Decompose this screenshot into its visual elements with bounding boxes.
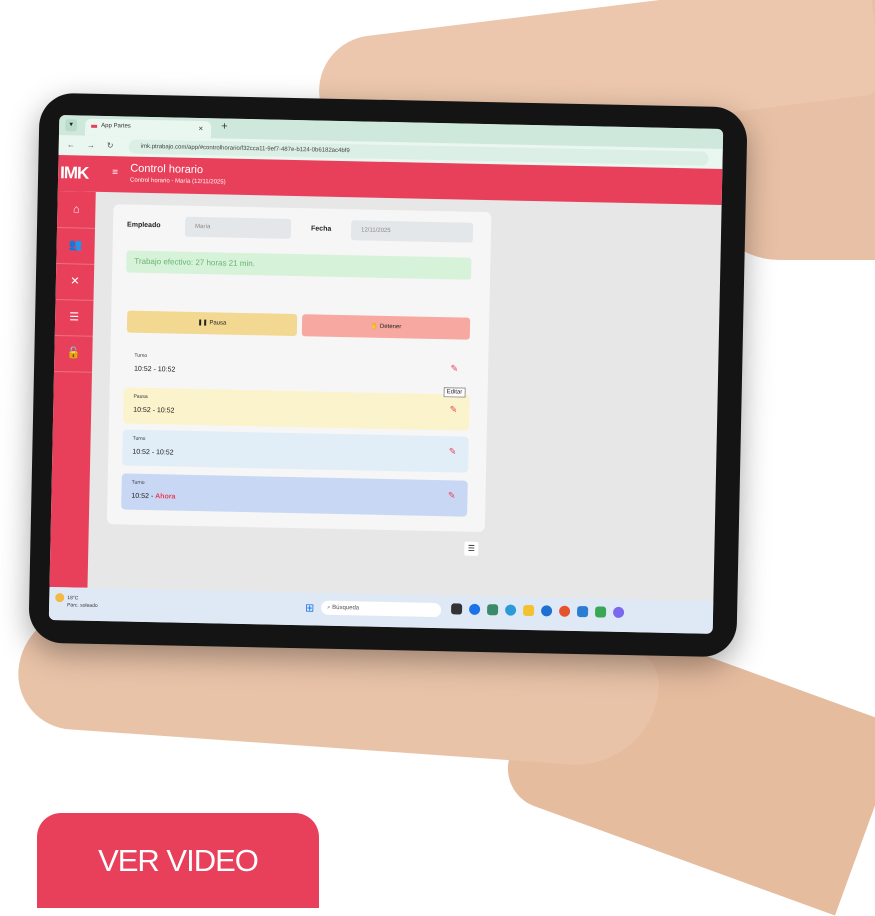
logo: IMK bbox=[59, 163, 89, 183]
sidebar-item-list[interactable]: ☰ bbox=[54, 299, 94, 337]
tablet-screen: ▾ App Partes × + ← → ↻ imk.ptrabajo.com/… bbox=[48, 115, 724, 634]
sun-icon bbox=[55, 593, 65, 603]
folder-icon[interactable] bbox=[522, 604, 535, 617]
hamburger-menu-icon[interactable]: ≡ bbox=[112, 167, 118, 178]
home-icon: ⌂ bbox=[72, 203, 80, 216]
edit-tooltip: Editar bbox=[443, 387, 466, 398]
entry-type: Pausa bbox=[133, 393, 148, 400]
back-icon[interactable]: ← bbox=[67, 140, 75, 149]
tab-favicon-icon bbox=[91, 124, 98, 128]
sidebar-item-tools[interactable]: ✕ bbox=[55, 263, 95, 301]
sidebar-item-lock[interactable]: 🔓 bbox=[53, 335, 93, 373]
tools-icon: ✕ bbox=[70, 275, 80, 288]
control-card: Empleado María Fecha 12/11/2025 Trabajo … bbox=[106, 204, 492, 533]
weather-widget[interactable]: 18°C Parc. soleado bbox=[55, 593, 98, 609]
list-icon: ☰ bbox=[69, 311, 80, 324]
entry-type: Turno bbox=[134, 352, 148, 359]
os-taskbar: 18°C Parc. soleado ⊞ ⌕ Búsqueda bbox=[48, 586, 714, 634]
detener-button[interactable]: ✋ Detener bbox=[301, 314, 471, 340]
effective-work-alert: Trabajo efectivo: 27 horas 21 min. bbox=[126, 250, 472, 280]
edit-icon[interactable]: ✎ bbox=[449, 446, 457, 457]
fecha-field[interactable]: 12/11/2025 bbox=[350, 220, 474, 243]
temperature: 18°C bbox=[67, 595, 79, 602]
users-icon: 👥 bbox=[68, 239, 83, 252]
pausa-label: Pausa bbox=[209, 320, 227, 327]
search-placeholder: Búsqueda bbox=[332, 604, 360, 612]
sidebar-item-users[interactable]: 👥 bbox=[56, 227, 96, 265]
drive-icon[interactable] bbox=[594, 606, 607, 618]
pausa-button[interactable]: ❚❚ Pausa bbox=[126, 310, 298, 337]
entry-type: Turno bbox=[132, 435, 146, 442]
tab-title: App Partes bbox=[101, 122, 131, 130]
tab-close-button[interactable]: × bbox=[198, 124, 203, 133]
entry-time: 10:52 - 10:52 bbox=[133, 406, 175, 415]
weather-text: Parc. soleado bbox=[67, 602, 98, 609]
edit-icon[interactable]: ✎ bbox=[450, 363, 459, 374]
forward-icon[interactable]: → bbox=[87, 141, 95, 150]
fecha-label: Fecha bbox=[310, 225, 332, 233]
empleado-field[interactable]: María bbox=[184, 216, 292, 239]
task-view-icon[interactable] bbox=[451, 603, 463, 615]
hand-icon: ✋ bbox=[370, 323, 380, 330]
app-icon[interactable] bbox=[540, 605, 553, 617]
firefox-icon[interactable] bbox=[558, 605, 571, 617]
page-title: Control horario bbox=[130, 162, 204, 177]
tablet-device: ▾ App Partes × + ← → ↻ imk.ptrabajo.com/… bbox=[28, 92, 748, 658]
page-subtitle: Control horario - María (12/11/2025) bbox=[129, 177, 226, 186]
edit-icon[interactable]: ✎ bbox=[450, 404, 458, 415]
app-icon[interactable] bbox=[612, 606, 625, 618]
edge-icon[interactable] bbox=[468, 603, 481, 615]
time-entry[interactable]: Pausa 10:52 - 10:52 ✎ bbox=[122, 387, 470, 431]
ver-video-button[interactable]: VER VIDEO bbox=[37, 813, 319, 908]
time-entry[interactable]: Turno 10:52 - Ahora ✎ bbox=[121, 473, 468, 517]
tab-menu-icon[interactable]: ▾ bbox=[65, 119, 78, 132]
app-icon[interactable] bbox=[486, 604, 499, 616]
browser-icon[interactable] bbox=[504, 604, 517, 616]
taskbar-search[interactable]: ⌕ Búsqueda bbox=[320, 600, 442, 618]
app-icon[interactable] bbox=[576, 606, 589, 618]
sidebar-item-home[interactable]: ⌂ bbox=[57, 191, 96, 229]
windows-start-icon[interactable]: ⊞ bbox=[305, 601, 314, 614]
entry-time: 10:52 - Ahora bbox=[131, 493, 175, 501]
time-entry[interactable]: Turno 10:52 - 10:52 ✎ bbox=[123, 346, 471, 390]
list-view-icon[interactable]: ☰ bbox=[464, 541, 479, 556]
reload-icon[interactable]: ↻ bbox=[107, 141, 114, 150]
detener-label: Detener bbox=[379, 323, 402, 331]
edit-icon[interactable]: ✎ bbox=[448, 490, 456, 501]
new-tab-button[interactable]: + bbox=[221, 120, 228, 132]
entry-time-start: 10:52 - bbox=[131, 492, 156, 501]
entry-time: 10:52 - 10:52 bbox=[133, 365, 176, 374]
entry-type: Turno bbox=[131, 479, 145, 486]
lock-icon: 🔓 bbox=[66, 347, 81, 360]
empleado-label: Empleado bbox=[127, 221, 161, 230]
sidebar: ⌂ 👥 ✕ ☰ 🔓 bbox=[49, 191, 96, 588]
time-entry[interactable]: Turno 10:52 - 10:52 ✎ bbox=[122, 429, 469, 473]
pause-icon: ❚❚ bbox=[197, 320, 210, 327]
entry-time: 10:52 - 10:52 bbox=[132, 448, 174, 457]
entry-time-now: Ahora bbox=[155, 493, 176, 501]
